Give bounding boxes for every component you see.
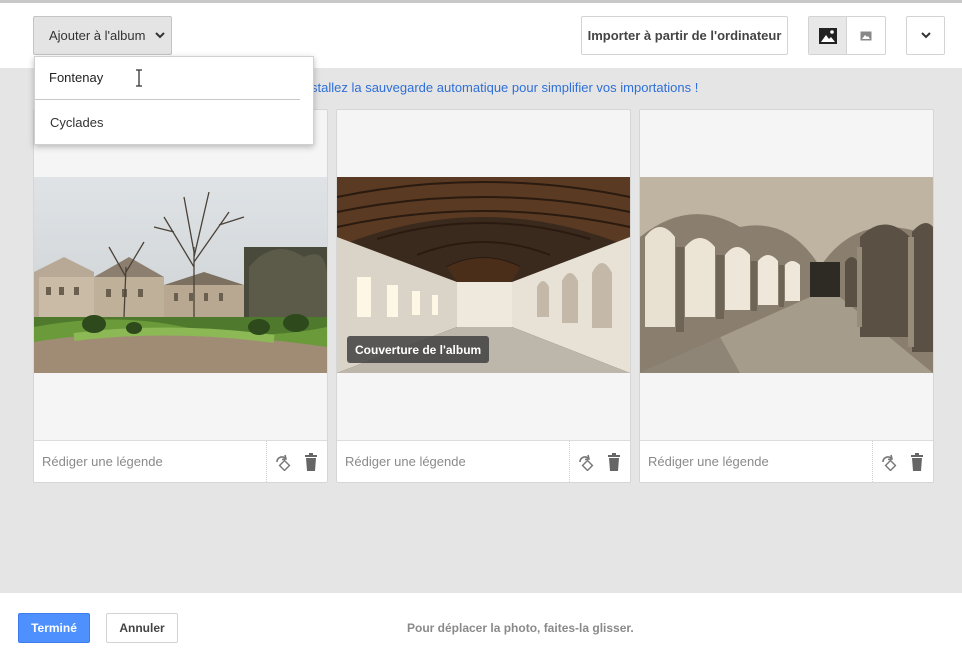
import-label: Importer à partir de l'ordinateur	[587, 28, 782, 43]
photo-card[interactable]	[639, 109, 934, 483]
caption-input[interactable]	[640, 441, 872, 482]
caption-input[interactable]	[34, 441, 266, 482]
caption-bar	[640, 440, 933, 482]
view-size-toggle	[808, 16, 886, 55]
more-options-button[interactable]	[906, 16, 945, 55]
cancel-button[interactable]: Annuler	[106, 613, 178, 643]
import-from-computer-button[interactable]: Importer à partir de l'ordinateur	[581, 16, 788, 55]
trash-icon[interactable]	[304, 453, 318, 471]
photo-card[interactable]	[33, 109, 328, 483]
done-button[interactable]: Terminé	[18, 613, 90, 643]
caption-bar	[337, 440, 630, 482]
photo-vaulted-hall[interactable]: Couverture de l'album	[337, 177, 630, 373]
small-photo-view-button[interactable]	[847, 17, 885, 54]
photo-abbey-garden[interactable]	[34, 177, 327, 373]
caption-divider	[266, 441, 267, 482]
large-photo-view-button[interactable]	[809, 17, 848, 54]
album-option-cyclades[interactable]: Cyclades	[50, 115, 103, 130]
chevron-down-icon	[920, 32, 931, 39]
trash-icon[interactable]	[607, 453, 621, 471]
small-photo-icon	[860, 31, 872, 40]
album-cover-badge: Couverture de l'album	[347, 336, 490, 363]
caption-input[interactable]	[337, 441, 569, 482]
photo-cloister[interactable]	[640, 177, 933, 373]
trash-icon[interactable]	[910, 453, 924, 471]
caption-divider	[872, 441, 873, 482]
rotate-icon[interactable]	[576, 453, 594, 471]
photo-workspace: stallez la sauvegarde automatique pour s…	[0, 68, 962, 593]
add-to-album-label: Ajouter à l'album	[49, 28, 146, 43]
add-to-album-button[interactable]: Ajouter à l'album	[33, 16, 172, 55]
new-album-name-input[interactable]	[49, 65, 299, 89]
drag-hint: Pour déplacer la photo, faites-la glisse…	[407, 621, 634, 635]
album-dropdown-menu: Cyclades	[34, 56, 314, 145]
auto-backup-banner[interactable]: stallez la sauvegarde automatique pour s…	[311, 80, 698, 95]
caption-divider	[569, 441, 570, 482]
chevron-down-icon	[155, 32, 166, 39]
caption-bar	[34, 440, 327, 482]
large-photo-icon	[818, 27, 837, 44]
text-cursor-icon	[136, 69, 142, 87]
rotate-icon[interactable]	[879, 453, 897, 471]
rotate-icon[interactable]	[273, 453, 291, 471]
photo-card[interactable]: Couverture de l'album	[336, 109, 631, 483]
menu-divider	[35, 99, 300, 100]
footer-bar: Terminé Annuler Pour déplacer la photo, …	[0, 593, 962, 660]
